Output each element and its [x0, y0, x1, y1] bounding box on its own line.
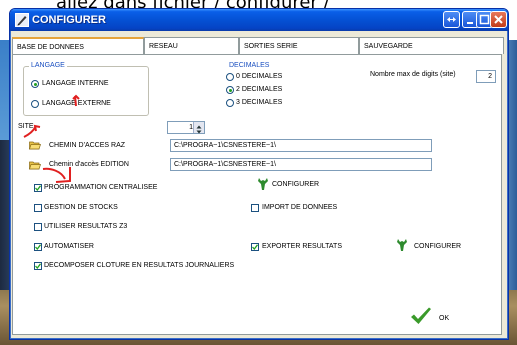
- window-title: CONFIGURER: [32, 14, 106, 26]
- close-icon: [494, 15, 503, 24]
- tab-reseau[interactable]: RESEAU: [144, 37, 239, 54]
- close-button[interactable]: [490, 11, 507, 28]
- tab-sorties-serie[interactable]: SORTIES SERIE: [239, 37, 359, 54]
- double-arrow-icon: [447, 17, 456, 22]
- tab-sauvegarde[interactable]: SAUVEGARDE: [359, 37, 504, 54]
- restore-arrows-button[interactable]: [443, 11, 460, 28]
- title-bar[interactable]: CONFIGURER: [10, 9, 508, 31]
- tab-strip: BASE DE DONNEES RESEAU SORTIES SERIE SAU…: [12, 37, 504, 54]
- red-annotation-marks: [23, 94, 80, 183]
- tab-base-de-donnees[interactable]: BASE DE DONNEES: [12, 37, 144, 54]
- pencil-icon: [15, 13, 29, 27]
- configurer-window: CONFIGURER BASE DE DONNEES RESEAU SORTIE…: [9, 8, 509, 340]
- tab-panel-base-de-donnees: LANGAGE LANGAGE INTERNE LANGAGE EXTERNE …: [12, 54, 502, 335]
